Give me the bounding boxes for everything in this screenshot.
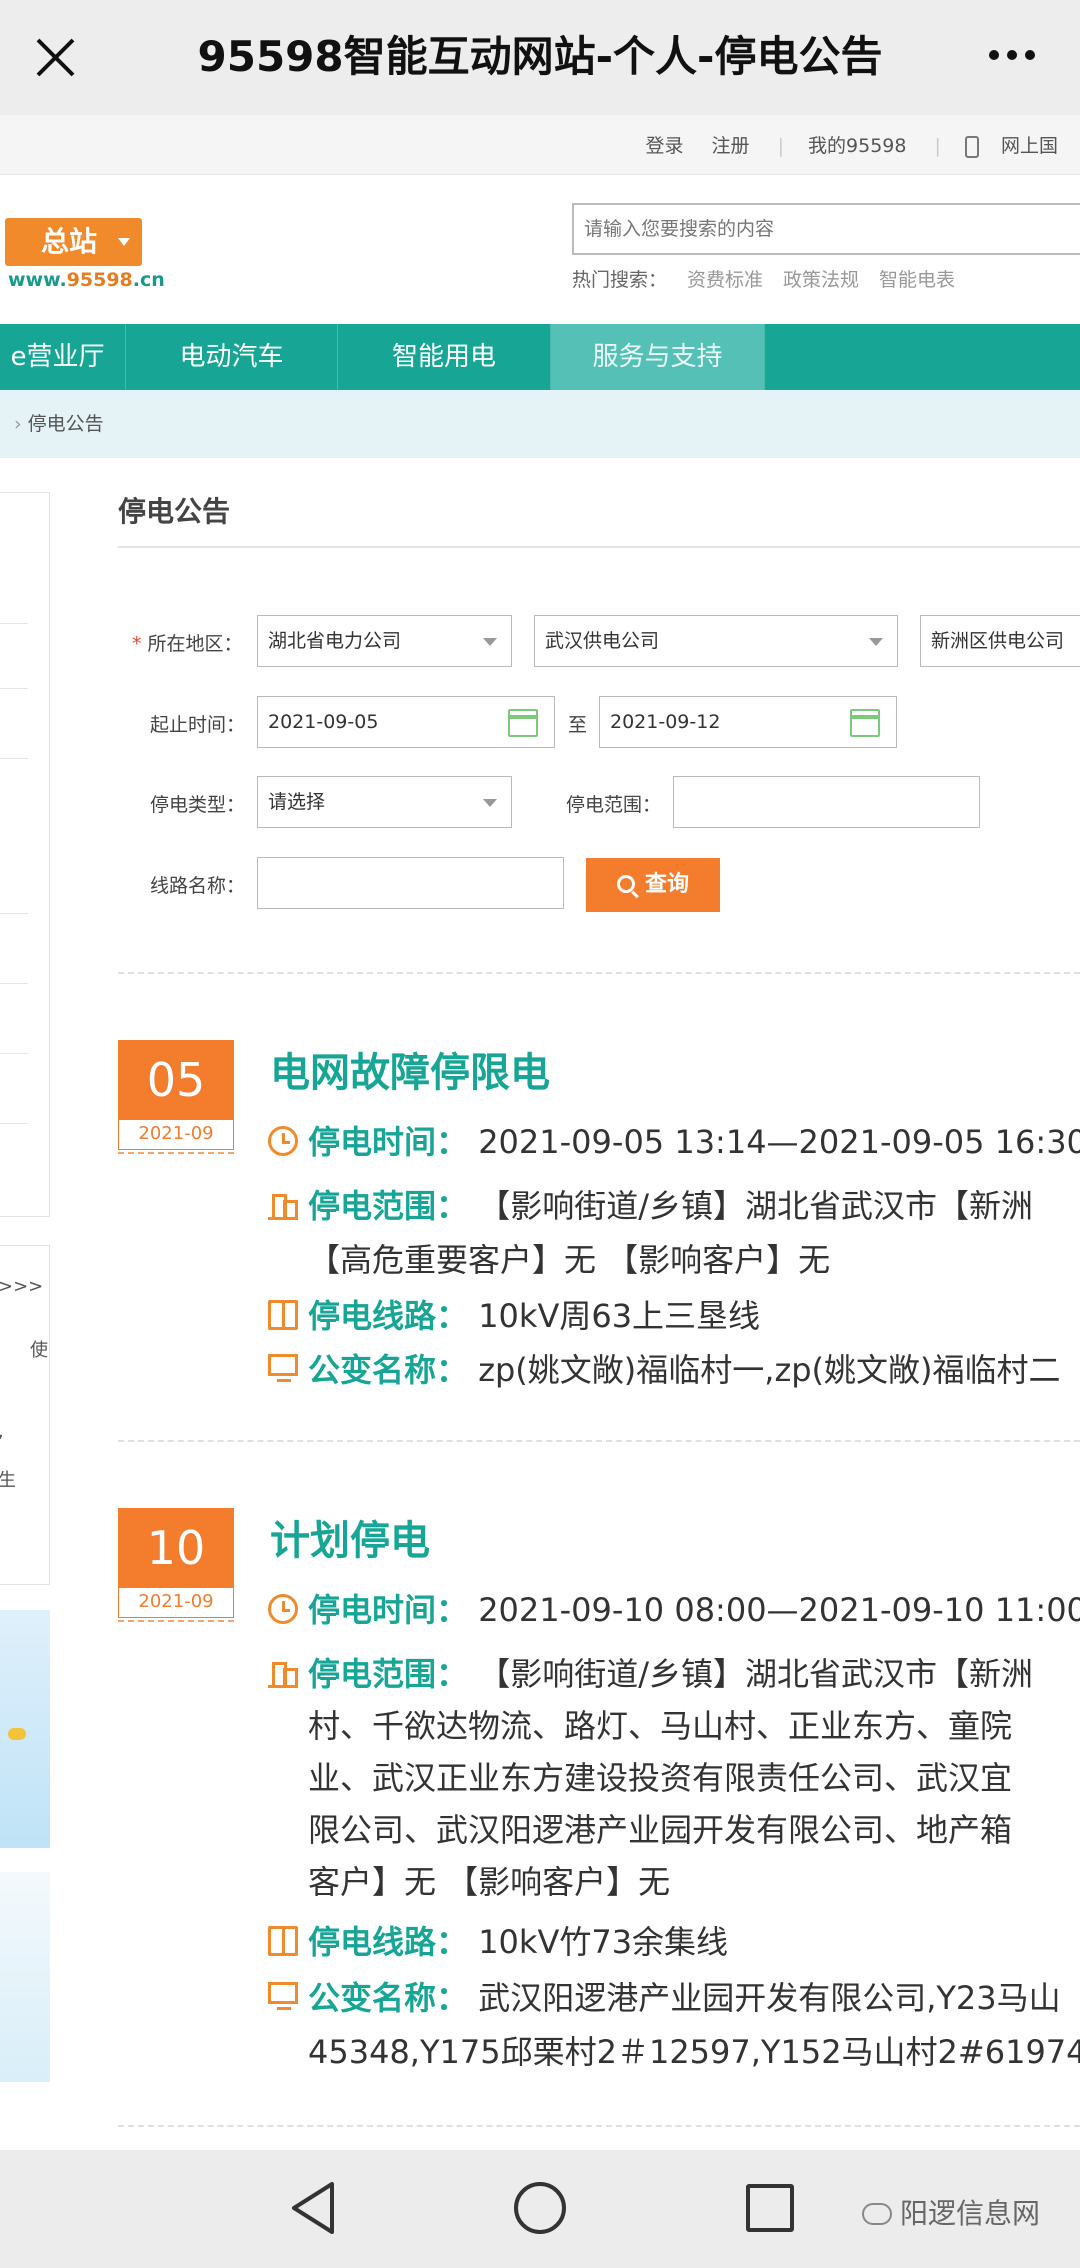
page-title: 95598智能互动网站-个人-停电公告: [197, 32, 883, 81]
notice-scope-text: 客户】无 【影响客户】无: [308, 1863, 671, 1901]
city-select[interactable]: 武汉供电公司: [534, 615, 898, 667]
wechat-icon: [862, 2203, 892, 2225]
back-icon[interactable]: [290, 2180, 340, 2236]
district-select[interactable]: 新洲区供电公司: [920, 615, 1080, 667]
region-label: 总站: [41, 225, 98, 258]
system-nav-bar: 阳逻信息网: [0, 2150, 1080, 2268]
section-title: 停电公告: [118, 495, 231, 528]
date-year-month: 2021-09: [118, 1588, 234, 1618]
chevron-right-icon: ›: [14, 413, 22, 435]
sidebar-text: ,: [0, 1421, 4, 1442]
sidebar-banner-image[interactable]: [0, 1872, 50, 2082]
more-link[interactable]: >>>: [0, 1276, 43, 1297]
scope-label: 停电范围：: [566, 794, 662, 816]
home-icon[interactable]: [514, 2182, 566, 2234]
notice-title[interactable]: 电网故障停限电: [270, 1040, 550, 1098]
nav-item-smart-power[interactable]: 智能用电: [338, 324, 551, 390]
chevron-down-icon: [483, 799, 497, 807]
recent-apps-icon[interactable]: [746, 2184, 794, 2232]
top-links-bar: 登录 注册 | 我的95598 | 网上国: [0, 115, 1080, 175]
chevron-down-icon: [483, 638, 497, 646]
calendar-icon[interactable]: [508, 709, 538, 737]
type-label: 停电类型：: [150, 794, 246, 816]
search-icon: [616, 875, 635, 893]
divider: [118, 2125, 1080, 2127]
building-icon: [268, 1658, 298, 1688]
wechat-title-bar: 95598智能互动网站-个人-停电公告: [0, 0, 1080, 115]
province-select[interactable]: 湖北省电力公司: [257, 615, 512, 667]
outage-type-select[interactable]: 请选择: [257, 776, 512, 828]
main-nav: e营业厅 电动汽车 智能用电 服务与支持: [0, 324, 1080, 390]
more-options-icon[interactable]: [985, 40, 1045, 70]
chevron-down-icon: [118, 238, 130, 246]
online-grid-link[interactable]: 网上国: [1001, 135, 1058, 157]
divider: [118, 546, 1080, 548]
notice-scope-text: 业、武汉正业东方建设投资有限责任公司、武汉宜: [308, 1759, 1013, 1797]
notice-scope-text: 村、千欲达物流、路灯、马山村、正业东方、童院: [308, 1707, 1013, 1745]
watermark: 阳逻信息网: [862, 2192, 1040, 2232]
building-icon: [268, 1190, 298, 1220]
login-link[interactable]: 登录: [645, 135, 683, 157]
book-icon: [268, 1300, 298, 1330]
clock-icon: [268, 1126, 298, 1156]
sidebar-menu: [0, 492, 50, 1217]
notice-title[interactable]: 计划停电: [270, 1508, 430, 1566]
hot-search-item[interactable]: 智能电表: [879, 269, 955, 291]
sidebar-notice-box: >>> 使 , 生: [0, 1245, 50, 1585]
start-date-input[interactable]: 2021-09-05: [257, 696, 555, 748]
date-badge: 10 2021-09: [118, 1508, 234, 1622]
region-label: * 所在地区：: [132, 633, 243, 655]
divider: |: [777, 135, 784, 157]
query-button[interactable]: 查询: [586, 858, 720, 912]
date-day: 10: [118, 1508, 234, 1588]
end-date-input[interactable]: 2021-09-12: [599, 696, 897, 748]
notice-scope-text: 【高危重要客户】无 【影响客户】无: [308, 1241, 831, 1279]
close-icon[interactable]: [28, 30, 83, 85]
date-day: 05: [118, 1040, 234, 1120]
phone-icon: [964, 135, 979, 158]
nav-item-e-hall[interactable]: e营业厅: [0, 324, 126, 390]
my-95598-link[interactable]: 我的95598: [808, 135, 906, 157]
register-link[interactable]: 注册: [712, 135, 750, 157]
search-input[interactable]: 请输入您要搜索的内容: [572, 203, 1080, 255]
clock-icon: [268, 1594, 298, 1624]
monitor-icon: [268, 1982, 298, 2010]
divider: |: [934, 135, 941, 157]
chevron-down-icon: [869, 638, 883, 646]
monitor-icon: [268, 1354, 298, 1382]
book-icon: [268, 1926, 298, 1956]
notice-scope-text: 限公司、武汉阳逻港产业园开发有限公司、地产箱: [308, 1811, 1013, 1849]
date-badge: 05 2021-09: [118, 1040, 234, 1154]
scope-input[interactable]: [673, 776, 980, 828]
breadcrumb: › 停电公告: [0, 390, 1080, 458]
hot-search-item[interactable]: 资费标准: [687, 269, 763, 291]
divider: [118, 972, 1080, 974]
to-label: 至: [568, 714, 588, 736]
calendar-icon[interactable]: [850, 709, 880, 737]
time-label: 起止时间：: [150, 714, 246, 736]
notice-station-text: 45348,Y175邱栗村2＃12597,Y152马山村2#61974,: [308, 2033, 1080, 2071]
region-switch-button[interactable]: 总站: [5, 218, 142, 266]
breadcrumb-current: 停电公告: [27, 413, 104, 435]
line-label: 线路名称：: [150, 875, 246, 897]
sidebar-text: 使: [30, 1340, 48, 1361]
site-header: 总站 www.95598.cn 请输入您要搜索的内容 热门搜索： 资费标准 政策法规…: [0, 175, 1080, 325]
line-name-input[interactable]: [257, 857, 564, 909]
nav-item-service-support[interactable]: 服务与支持: [551, 324, 765, 390]
hot-search-label: 热门搜索：: [572, 269, 668, 291]
hot-search-item[interactable]: 政策法规: [783, 269, 859, 291]
divider: [118, 1440, 1080, 1442]
sidebar-text: 生: [0, 1470, 16, 1491]
hot-search: 热门搜索： 资费标准 政策法规 智能电表: [572, 265, 955, 292]
nav-item-ev[interactable]: 电动汽车: [126, 324, 338, 390]
site-url: www.95598.cn: [8, 269, 165, 291]
date-year-month: 2021-09: [118, 1120, 234, 1150]
sidebar-banner-image[interactable]: [0, 1610, 50, 1848]
